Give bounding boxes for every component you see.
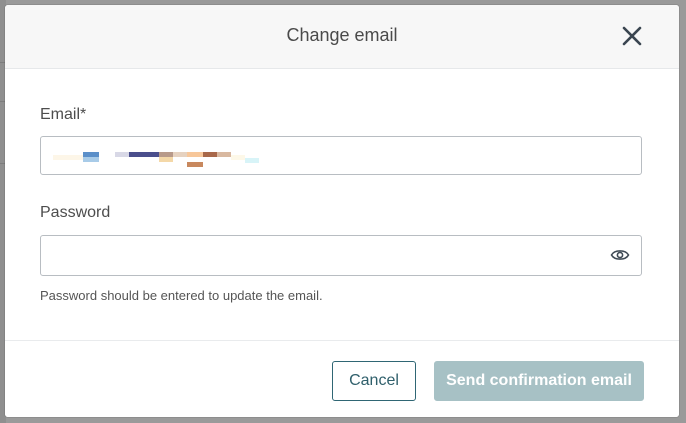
change-email-dialog: Change email Email* Password Password sh… (5, 5, 679, 417)
cancel-button[interactable]: Cancel (332, 361, 416, 401)
dialog-title: Change email (286, 25, 398, 45)
send-confirmation-button[interactable]: Send confirmation email (434, 361, 644, 401)
password-label: Password (40, 204, 111, 221)
password-field[interactable] (40, 235, 642, 276)
password-hint: Password should be entered to update the… (40, 288, 323, 303)
email-value-redacted (53, 150, 263, 167)
email-label: Email* (40, 106, 87, 123)
dialog-header: Change email (5, 5, 679, 69)
close-icon[interactable] (621, 25, 643, 47)
eye-icon[interactable] (610, 247, 630, 263)
dialog-footer: Cancel Send confirmation email (5, 340, 679, 417)
